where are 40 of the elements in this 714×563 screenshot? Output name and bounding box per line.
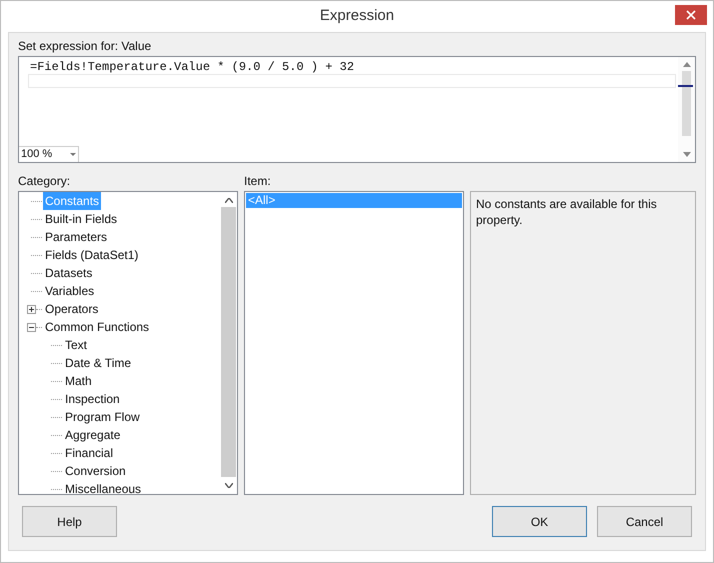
category-label: Category: — [18, 173, 72, 190]
collapse-icon[interactable] — [27, 322, 36, 332]
tree-item[interactable]: Aggregate — [63, 426, 122, 444]
close-button[interactable] — [675, 5, 707, 25]
window-title: Expression — [320, 6, 394, 26]
tree-item[interactable]: Inspection — [63, 390, 122, 408]
tree-item[interactable]: Datasets — [43, 264, 94, 282]
item-label: Item: — [244, 173, 272, 190]
tree-item[interactable]: Operators — [43, 300, 100, 318]
category-tree[interactable]: Constants Built-in Fields Parameters Fields (DataSet1) Datasets Variables Operators Common Functions Text Date & Time Math Inspection Program Flow Aggregate Financial Conversion Miscellaneous — [18, 191, 238, 495]
tree-item[interactable]: Fields (DataSet1) — [43, 246, 140, 264]
dialog-button[interactable]: Help — [22, 506, 117, 537]
tree-item[interactable]: Text — [63, 336, 90, 354]
zoom-dropdown[interactable]: 100 % — [19, 146, 79, 162]
expression-editor[interactable]: =Fields!Temperature.Value * (9.0 / 5.0 ) + 32 100 % — [18, 56, 696, 163]
dialog-button[interactable]: OK — [492, 506, 587, 537]
vertical-scrollbar[interactable] — [678, 57, 695, 162]
zoom-value: 100 % — [21, 147, 52, 162]
tree-item[interactable]: Date & Time — [63, 354, 134, 372]
tree-item[interactable]: Financial — [63, 444, 116, 462]
dialog-button[interactable]: Cancel — [597, 506, 692, 537]
tree-item[interactable]: Math — [63, 372, 94, 390]
description-text: No constants are available for this property. — [476, 196, 658, 228]
tree-item[interactable]: Miscellaneous — [63, 480, 144, 494]
tree-item[interactable]: Variables — [43, 282, 96, 300]
close-icon — [686, 10, 696, 20]
scroll-down-icon — [682, 152, 690, 157]
scroll-down-icon — [224, 483, 232, 488]
tree-item[interactable]: Parameters — [43, 228, 110, 246]
caret-icon — [70, 152, 76, 156]
tree-item[interactable]: Conversion — [63, 462, 128, 480]
scrollbar-thumb[interactable] — [221, 207, 236, 477]
scroll-up-icon — [224, 198, 232, 203]
tree-item[interactable]: Common Functions — [43, 318, 152, 336]
tree-item[interactable]: Program Flow — [63, 408, 142, 426]
expression-label: Set expression for: Value — [18, 38, 152, 55]
scroll-up-icon — [682, 62, 690, 67]
expression-text: =Fields!Temperature.Value * (9.0 / 5.0 ) + 32 — [29, 59, 356, 74]
tree-item[interactable]: Built-in Fields — [43, 210, 120, 228]
expand-icon[interactable] — [27, 304, 36, 314]
